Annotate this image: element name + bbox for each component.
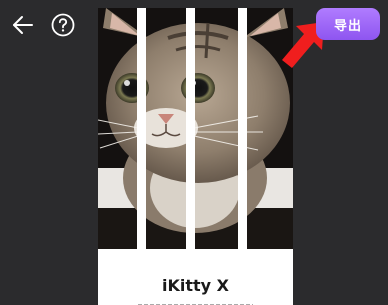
product-name: iKitty X — [162, 276, 229, 295]
question-circle-icon — [51, 13, 75, 37]
help-button[interactable] — [51, 13, 75, 37]
design-canvas[interactable]: iKitty X — [98, 8, 293, 305]
arrow-left-icon — [13, 16, 33, 34]
cat-photo-icon — [98, 8, 293, 249]
back-button[interactable] — [10, 12, 36, 38]
cat-photo[interactable] — [98, 8, 293, 249]
export-button[interactable]: 导出 — [316, 8, 380, 40]
